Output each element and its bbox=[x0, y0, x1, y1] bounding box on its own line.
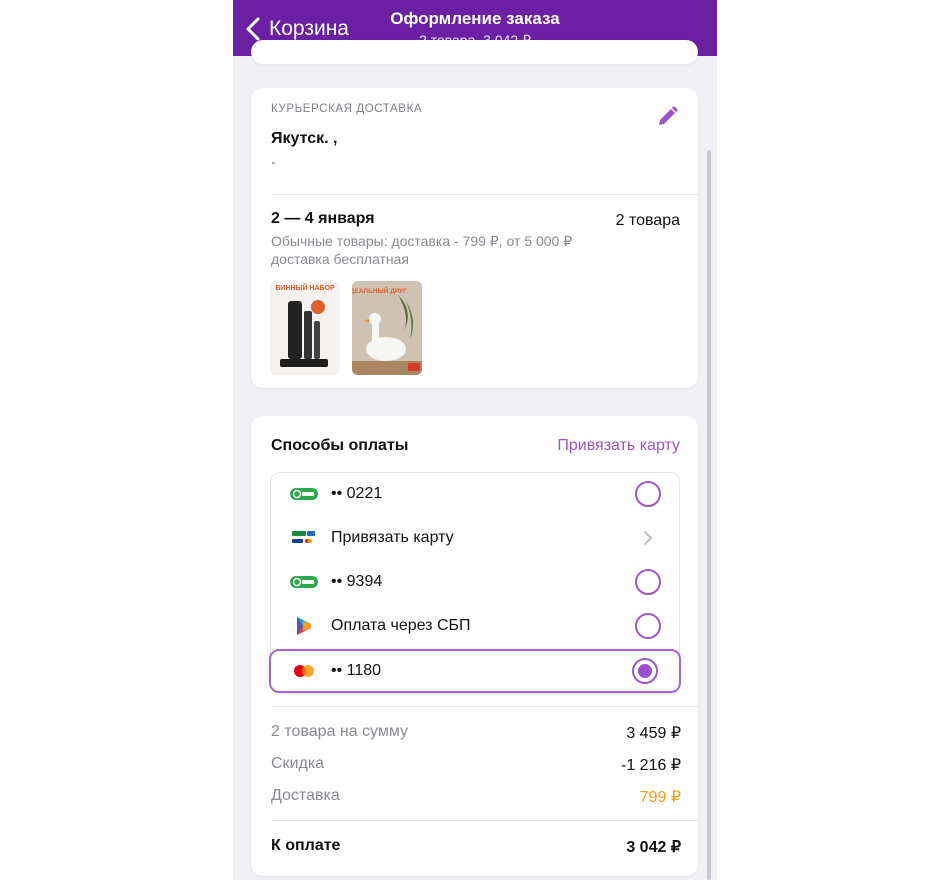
payment-card: Способы оплаты Привязать карту •• 0221 П… bbox=[251, 416, 698, 876]
sbp-icon bbox=[297, 617, 311, 635]
payment-methods-list: •• 0221 Привязать карту •• 9394 Оплата ч… bbox=[269, 472, 681, 694]
summary-items-label: 2 товара на сумму bbox=[271, 723, 409, 740]
delivery-card: КУРЬЕРСКАЯ ДОСТАВКА Якутск. , 2 — 4 янва… bbox=[251, 88, 698, 388]
summary-delivery-value: 799 ₽ bbox=[639, 789, 681, 806]
radio-button-selected[interactable] bbox=[632, 658, 658, 684]
delivery-note: Обычные товары: доставка - 799 ₽, от 5 0… bbox=[271, 233, 573, 267]
divider bbox=[271, 194, 698, 195]
payment-method-label: •• 1180 bbox=[331, 662, 382, 679]
chevron-right-icon bbox=[644, 531, 653, 545]
divider bbox=[271, 706, 698, 707]
payment-method-mastercard-1180[interactable]: •• 1180 bbox=[269, 649, 681, 693]
payment-method-label: •• 9394 bbox=[331, 573, 383, 590]
payment-method-label: •• 0221 bbox=[331, 485, 383, 502]
summary-total-label: К оплате bbox=[271, 837, 341, 854]
summary-total-value: 3 042 ₽ bbox=[626, 839, 681, 856]
payment-method-gpay-9394[interactable]: •• 9394 bbox=[271, 561, 681, 603]
mastercard-icon bbox=[294, 665, 314, 677]
bind-card-link[interactable]: Привязать карту bbox=[557, 437, 680, 455]
payment-method-sbp[interactable]: Оплата через СБП bbox=[271, 605, 681, 647]
divider bbox=[271, 820, 698, 821]
delivery-dates: 2 — 4 января bbox=[271, 210, 375, 227]
radio-dot bbox=[638, 664, 652, 678]
previous-card bbox=[251, 40, 698, 64]
thumb-2-title: ИДЕАЛЬНЫЙ ДРУГ bbox=[352, 286, 407, 295]
checkout-screen: Корзина Оформление заказа 2 товара, 3 04… bbox=[233, 0, 717, 880]
address-line-2 bbox=[272, 162, 275, 164]
summary-delivery-label: Доставка bbox=[271, 787, 340, 804]
payment-method-bind-card[interactable]: Привязать карту bbox=[271, 517, 681, 559]
delivery-section-label: КУРЬЕРСКАЯ ДОСТАВКА bbox=[271, 103, 423, 115]
gpay-icon bbox=[290, 576, 318, 588]
wine-set-image: ВИННЫЙ НАБОР bbox=[270, 281, 340, 375]
summary-items-value: 3 459 ₽ bbox=[626, 725, 681, 742]
product-thumbnail-goose[interactable]: ИДЕАЛЬНЫЙ ДРУГ bbox=[352, 281, 422, 375]
items-count: 2 товара bbox=[615, 212, 680, 229]
summary-discount-value: -1 216 ₽ bbox=[621, 757, 681, 774]
product-thumbnail-wine-set[interactable]: ВИННЫЙ НАБОР bbox=[270, 281, 340, 375]
page-title: Оформление заказа bbox=[390, 9, 560, 28]
thumb-1-title: ВИННЫЙ НАБОР bbox=[275, 283, 335, 292]
payment-method-gpay-0221[interactable]: •• 0221 bbox=[271, 473, 681, 515]
summary-discount-label: Скидка bbox=[271, 755, 325, 772]
mir-visa-icon bbox=[292, 531, 315, 544]
radio-button[interactable] bbox=[635, 569, 661, 595]
edit-pencil-icon[interactable] bbox=[654, 104, 680, 130]
payment-method-label: Привязать карту bbox=[331, 529, 454, 546]
delivery-address: Якутск. , bbox=[271, 130, 338, 147]
payment-method-label: Оплата через СБП bbox=[331, 617, 471, 634]
radio-button[interactable] bbox=[635, 613, 661, 639]
goose-image: ИДЕАЛЬНЫЙ ДРУГ bbox=[352, 281, 422, 375]
gpay-icon bbox=[290, 488, 318, 500]
scrollbar[interactable] bbox=[707, 150, 711, 880]
payment-methods-heading: Способы оплаты bbox=[271, 437, 409, 454]
radio-button[interactable] bbox=[635, 481, 661, 507]
